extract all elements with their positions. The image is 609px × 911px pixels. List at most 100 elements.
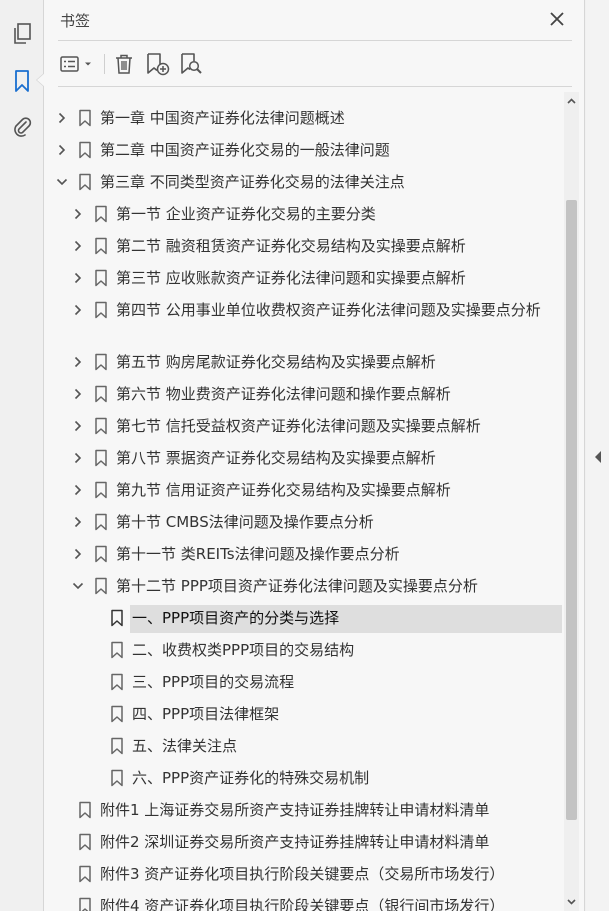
chevron-up-icon <box>567 98 576 104</box>
bookmark-item[interactable]: 附件1 上海证券交易所资产支持证券挂牌转让申请材料清单 <box>44 796 564 824</box>
bookmark-icon <box>95 237 107 255</box>
panel-title: 书签 <box>60 12 91 30</box>
chevron-right-icon <box>74 420 82 432</box>
bookmark-item[interactable]: 第六节 物业费资产证券化法律问题和操作要点解析 <box>44 380 564 408</box>
bookmark-item[interactable]: 第四节 公用事业单位收费权资产证券化法律问题及实操要点分析 <box>44 296 564 344</box>
attachments-icon <box>14 117 32 137</box>
attachments-button[interactable] <box>8 112 36 140</box>
bookmark-icon <box>95 269 107 287</box>
bookmark-item[interactable]: 五、法律关注点 <box>44 732 564 760</box>
bookmark-item[interactable]: 第十一节 类REITs法律问题及操作要点分析 <box>44 540 564 568</box>
pages-icon <box>14 23 31 44</box>
bookmark-icon <box>95 545 107 563</box>
bookmark-item[interactable]: 第一节 企业资产证券化交易的主要分类 <box>44 200 564 228</box>
new-bookmark-button[interactable] <box>144 50 172 78</box>
bookmark-label: 四、PPP项目法律框架 <box>132 705 280 723</box>
bookmark-icon <box>79 801 91 819</box>
expand-toggle[interactable] <box>70 418 86 434</box>
bookmark-item[interactable]: 第十节 CMBS法律问题及操作要点分析 <box>44 508 564 536</box>
bookmark-icon <box>95 301 107 319</box>
bookmark-icon <box>95 205 107 223</box>
bookmark-item[interactable]: 第三章 不同类型资产证券化交易的法律关注点 <box>44 168 564 196</box>
expand-toggle[interactable] <box>54 110 70 126</box>
bookmark-item[interactable]: 一、PPP项目资产的分类与选择 <box>44 604 564 633</box>
find-bookmark-button[interactable] <box>178 50 204 78</box>
expand-toggle[interactable] <box>70 270 86 286</box>
bookmark-item[interactable]: 附件4 资产证券化项目执行阶段关键要点（银行间市场发行） <box>44 892 564 911</box>
delete-icon <box>116 54 132 74</box>
expand-toggle[interactable] <box>70 386 86 402</box>
bookmarks-button[interactable] <box>8 67 36 95</box>
bookmark-label: 二、收费权类PPP项目的交易结构 <box>132 641 355 659</box>
options-menu-icon <box>60 56 91 72</box>
expand-toggle[interactable] <box>70 450 86 466</box>
bookmark-item[interactable]: 附件3 资产证券化项目执行阶段关键要点（交易所市场发行） <box>44 860 564 888</box>
bookmark-item[interactable]: 第五节 购房尾款证券化交易结构及实操要点解析 <box>44 348 564 376</box>
panel-header: 书签 <box>44 0 585 40</box>
bookmark-item[interactable]: 六、PPP资产证券化的特殊交易机制 <box>44 764 564 792</box>
divider <box>58 40 572 41</box>
triangle-left-icon <box>594 451 601 463</box>
bookmark-label: 第五节 购房尾款证券化交易结构及实操要点解析 <box>116 353 436 371</box>
scroll-up-button[interactable] <box>564 94 579 108</box>
delete-bookmark-button[interactable] <box>112 50 136 78</box>
bookmark-item[interactable]: 第九节 信用证资产证券化交易结构及实操要点解析 <box>44 476 564 504</box>
bookmark-icon <box>95 449 107 467</box>
collapse-toggle[interactable] <box>70 578 86 594</box>
bookmark-label: 第一节 企业资产证券化交易的主要分类 <box>116 205 376 223</box>
bookmark-label: 第十二节 PPP项目资产证券化法律问题及实操要点分析 <box>116 577 478 595</box>
bookmark-item[interactable]: 第二节 融资租赁资产证券化交易结构及实操要点解析 <box>44 232 564 260</box>
bookmark-icon <box>95 577 107 595</box>
expand-toggle[interactable] <box>70 302 86 318</box>
collapse-panel-button[interactable] <box>592 448 604 466</box>
bookmark-item[interactable]: 第十二节 PPP项目资产证券化法律问题及实操要点分析 <box>44 572 564 600</box>
bookmark-icon <box>95 417 107 435</box>
bookmark-item[interactable]: 二、收费权类PPP项目的交易结构 <box>44 636 564 664</box>
expand-toggle[interactable] <box>70 482 86 498</box>
navigation-pane <box>0 0 44 911</box>
find-bookmark-icon <box>181 53 202 74</box>
bookmark-icon <box>111 609 123 627</box>
bookmark-label: 第九节 信用证资产证券化交易结构及实操要点解析 <box>116 481 451 499</box>
bookmark-icon <box>111 769 123 787</box>
expand-toggle[interactable] <box>70 206 86 222</box>
expand-toggle[interactable] <box>70 514 86 530</box>
bookmark-item[interactable]: 第八节 票据资产证券化交易结构及实操要点解析 <box>44 444 564 472</box>
bookmark-item[interactable]: 附件2 深圳证券交易所资产支持证券挂牌转让申请材料清单 <box>44 828 564 856</box>
expand-toggle[interactable] <box>54 142 70 158</box>
bookmark-label: 第二章 中国资产证券化交易的一般法律问题 <box>100 141 390 159</box>
expand-toggle[interactable] <box>70 238 86 254</box>
close-panel-button[interactable] <box>547 9 567 29</box>
bookmark-icon <box>79 865 91 883</box>
bookmark-icon <box>95 481 107 499</box>
bookmark-label: 第十一节 类REITs法律问题及操作要点分析 <box>116 545 400 563</box>
scrollbar-thumb[interactable] <box>566 200 577 820</box>
expand-toggle[interactable] <box>70 546 86 562</box>
bookmark-icon <box>111 737 123 755</box>
collapse-toggle[interactable] <box>54 174 70 190</box>
chevron-right-icon <box>74 272 82 284</box>
bookmark-label: 第七节 信托受益权资产证券化法律问题及实操要点解析 <box>116 417 481 435</box>
bookmark-label: 第三章 不同类型资产证券化交易的法律关注点 <box>100 173 405 191</box>
chevron-right-icon <box>74 388 82 400</box>
chevron-right-icon <box>74 208 82 220</box>
bookmark-item[interactable]: 第三节 应收账款资产证券化法律问题和实操要点解析 <box>44 264 564 292</box>
bookmark-icon <box>79 109 91 127</box>
bookmark-item[interactable]: 三、PPP项目的交易流程 <box>44 668 564 696</box>
bookmark-item[interactable]: 第七节 信托受益权资产证券化法律问题及实操要点解析 <box>44 412 564 440</box>
bookmark-icon <box>79 833 91 851</box>
bookmarks-panel: 书签 第一章 中国资产证券化法律问题概述 第二章 中国资产证券化交易的一般法律问… <box>44 0 585 911</box>
page-thumbnails-button[interactable] <box>8 20 36 48</box>
options-menu-button[interactable] <box>58 50 96 78</box>
bookmark-item[interactable]: 第一章 中国资产证券化法律问题概述 <box>44 104 564 132</box>
bookmark-item[interactable]: 四、PPP项目法律框架 <box>44 700 564 728</box>
bookmark-label: 附件2 深圳证券交易所资产支持证券挂牌转让申请材料清单 <box>100 833 490 851</box>
scroll-down-button[interactable] <box>564 895 579 909</box>
bookmark-label: 第四节 公用事业单位收费权资产证券化法律问题及实操要点分析 <box>116 301 541 319</box>
bookmark-item[interactable]: 第二章 中国资产证券化交易的一般法律问题 <box>44 136 564 164</box>
vertical-scrollbar[interactable] <box>564 92 579 911</box>
chevron-down-icon <box>56 178 68 186</box>
expand-toggle[interactable] <box>70 354 86 370</box>
bookmark-label: 一、PPP项目资产的分类与选择 <box>132 609 340 627</box>
bookmark-label: 第八节 票据资产证券化交易结构及实操要点解析 <box>116 449 436 467</box>
